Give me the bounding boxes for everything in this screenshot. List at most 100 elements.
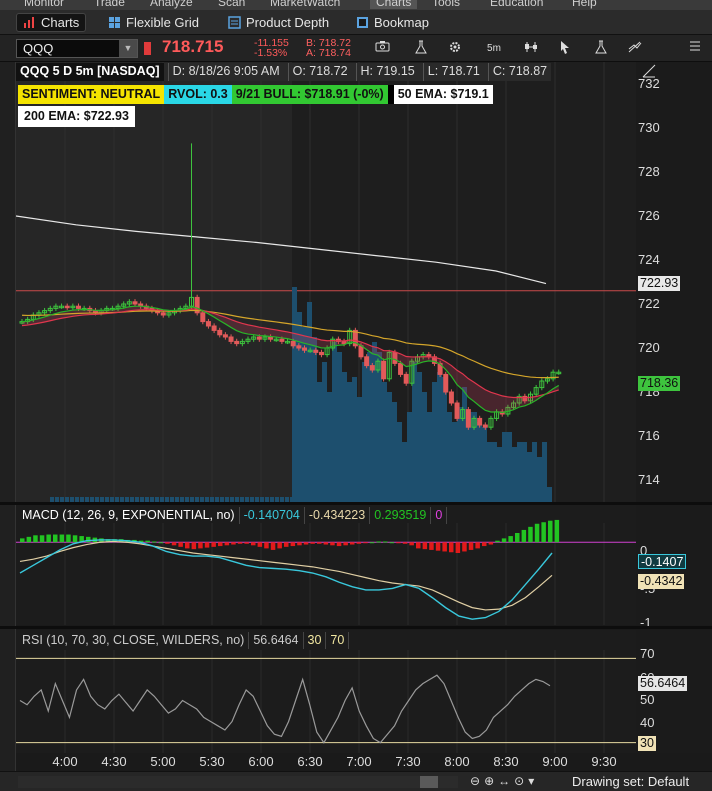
candle-body	[290, 340, 296, 347]
candle-body	[200, 312, 206, 323]
price-axis: 732 730 728 726 724 722 720 718 716 714 722.93 718.…	[636, 62, 712, 502]
candle-body	[477, 417, 483, 426]
macd-hist-bar	[416, 542, 421, 549]
volume-bar	[322, 362, 327, 502]
scrollbar-thumb[interactable]	[420, 776, 438, 788]
volume-bar	[477, 422, 482, 502]
pct-change-value: -1.53%	[254, 47, 288, 59]
volume-bar	[487, 442, 492, 502]
macd-hist-bar	[541, 522, 546, 543]
flask-icon[interactable]	[410, 40, 432, 57]
macd-hist-bar	[554, 519, 560, 543]
macd-hist-bar	[20, 538, 25, 543]
time-scrollbar[interactable]	[18, 776, 458, 788]
menu-item-tools[interactable]: Tools	[432, 0, 460, 9]
macd-hist-bar	[363, 542, 368, 544]
volume-bar	[502, 432, 507, 502]
ema50-label: 50 EMA: $719.1	[393, 85, 493, 104]
panel-divider-2[interactable]	[0, 626, 712, 629]
rsi-tick-70: 70	[640, 646, 655, 661]
volume-bar	[492, 442, 497, 502]
expand-icon[interactable]	[642, 64, 656, 81]
macd-hist-bar	[191, 542, 197, 550]
menu-item-help[interactable]: Help	[572, 0, 597, 9]
main-menu: Monitor Trade Analyze Scan MarketWatch Charts…	[0, 0, 712, 10]
volume-bar	[347, 382, 352, 502]
macd-panel[interactable]: MACD (12, 26, 9, EXPONENTIAL, no) -0.140…	[16, 505, 636, 625]
tab-bookmap[interactable]: Bookmap	[350, 13, 435, 32]
red-flag-icon	[144, 42, 151, 55]
zoom-out-icon[interactable]: ⊖	[470, 774, 480, 788]
menu-item-education[interactable]: Education	[490, 0, 543, 9]
candle-body	[364, 356, 370, 367]
macd-hist-bar	[488, 542, 494, 545]
candle-body	[381, 360, 387, 380]
macd-hist-bar	[171, 542, 177, 546]
symbol-input[interactable]: QQQ ▼	[16, 39, 138, 58]
menu-item-marketwatch[interactable]: MarketWatch	[270, 0, 340, 9]
macd-hist-bar	[165, 542, 170, 544]
chevron-down-icon[interactable]: ▼	[119, 40, 137, 57]
compare-icon[interactable]	[520, 40, 542, 57]
macd-hist-bar	[264, 542, 269, 549]
macd-hist-bar	[237, 542, 243, 544]
macd-hist-bar	[145, 540, 150, 543]
drawing-icon[interactable]	[624, 40, 646, 57]
price-chart[interactable]	[16, 62, 636, 502]
macd-hist-bar	[185, 542, 190, 549]
macd-hist-bar	[46, 534, 51, 543]
macd-hist-bar	[158, 542, 164, 544]
macd-hist-bar	[284, 542, 289, 547]
menu-icon[interactable]	[684, 40, 706, 57]
camera-icon[interactable]	[372, 40, 394, 57]
volume-bar	[382, 382, 387, 502]
volume-bar	[367, 352, 372, 502]
price-plot	[16, 62, 636, 502]
ema200-price-tag: 722.93	[638, 275, 681, 291]
cursor-icon[interactable]	[554, 40, 576, 57]
menu-item-trade[interactable]: Trade	[94, 0, 125, 9]
timeframe-button[interactable]: 5m	[481, 40, 507, 57]
zoom-in-icon[interactable]: ⊕	[484, 774, 494, 788]
pan-icon[interactable]: ↔	[498, 774, 510, 788]
macd-signal-line	[19, 540, 553, 611]
time-tick: 7:00	[346, 754, 372, 769]
left-edge	[0, 62, 16, 771]
candle-body	[448, 391, 454, 404]
volume-bar	[407, 412, 412, 502]
volume-bar	[422, 392, 427, 502]
grid-icon	[108, 16, 121, 29]
menu-item-scan[interactable]: Scan	[218, 0, 245, 9]
volume-bar	[532, 442, 537, 502]
symbol-value: QQQ	[23, 41, 54, 56]
tab-bookmap-label: Bookmap	[374, 15, 429, 30]
header-low: L: 718.71	[422, 63, 484, 81]
sentiment-label: SENTIMENT: NEUTRAL	[18, 85, 165, 104]
macd-hist-bar	[26, 536, 32, 543]
study-labels: SENTIMENT: NEUTRAL RVOL: 0.3 9/21 BULL: …	[18, 85, 493, 105]
studies-flask-icon[interactable]	[590, 40, 612, 57]
tab-product-depth[interactable]: Product Depth	[222, 13, 335, 32]
tab-charts-label: Charts	[41, 15, 80, 30]
rsi-panel[interactable]: RSI (10, 70, 30, CLOSE, WILDERS, no) 56.…	[16, 630, 636, 753]
macd-hist-bar	[72, 535, 78, 543]
menu-item-charts[interactable]: Charts	[370, 0, 418, 9]
macd-hist-bar	[244, 542, 249, 544]
menu-item-analyze[interactable]: Analyze	[150, 0, 193, 9]
macd-hist-bar	[336, 542, 342, 547]
tab-flexible-grid[interactable]: Flexible Grid	[102, 13, 205, 32]
tab-charts[interactable]: Charts	[16, 13, 87, 32]
volume-bar	[542, 442, 547, 502]
drawing-set-label[interactable]: Drawing set: Default	[572, 774, 689, 789]
menu-item-monitor[interactable]: Monitor	[24, 0, 64, 9]
arrow-down-icon[interactable]: ▾	[528, 774, 534, 788]
ema-cloud	[22, 306, 559, 413]
macd-hist-bar	[468, 542, 474, 550]
volume-bar	[497, 447, 502, 502]
gear-icon[interactable]	[444, 40, 466, 57]
time-tick: 9:30	[591, 754, 617, 769]
macd-hist-bar	[435, 542, 441, 551]
volume-bar	[452, 422, 457, 502]
candle-body	[205, 321, 211, 327]
reset-zoom-icon[interactable]: ⊙	[514, 774, 524, 788]
